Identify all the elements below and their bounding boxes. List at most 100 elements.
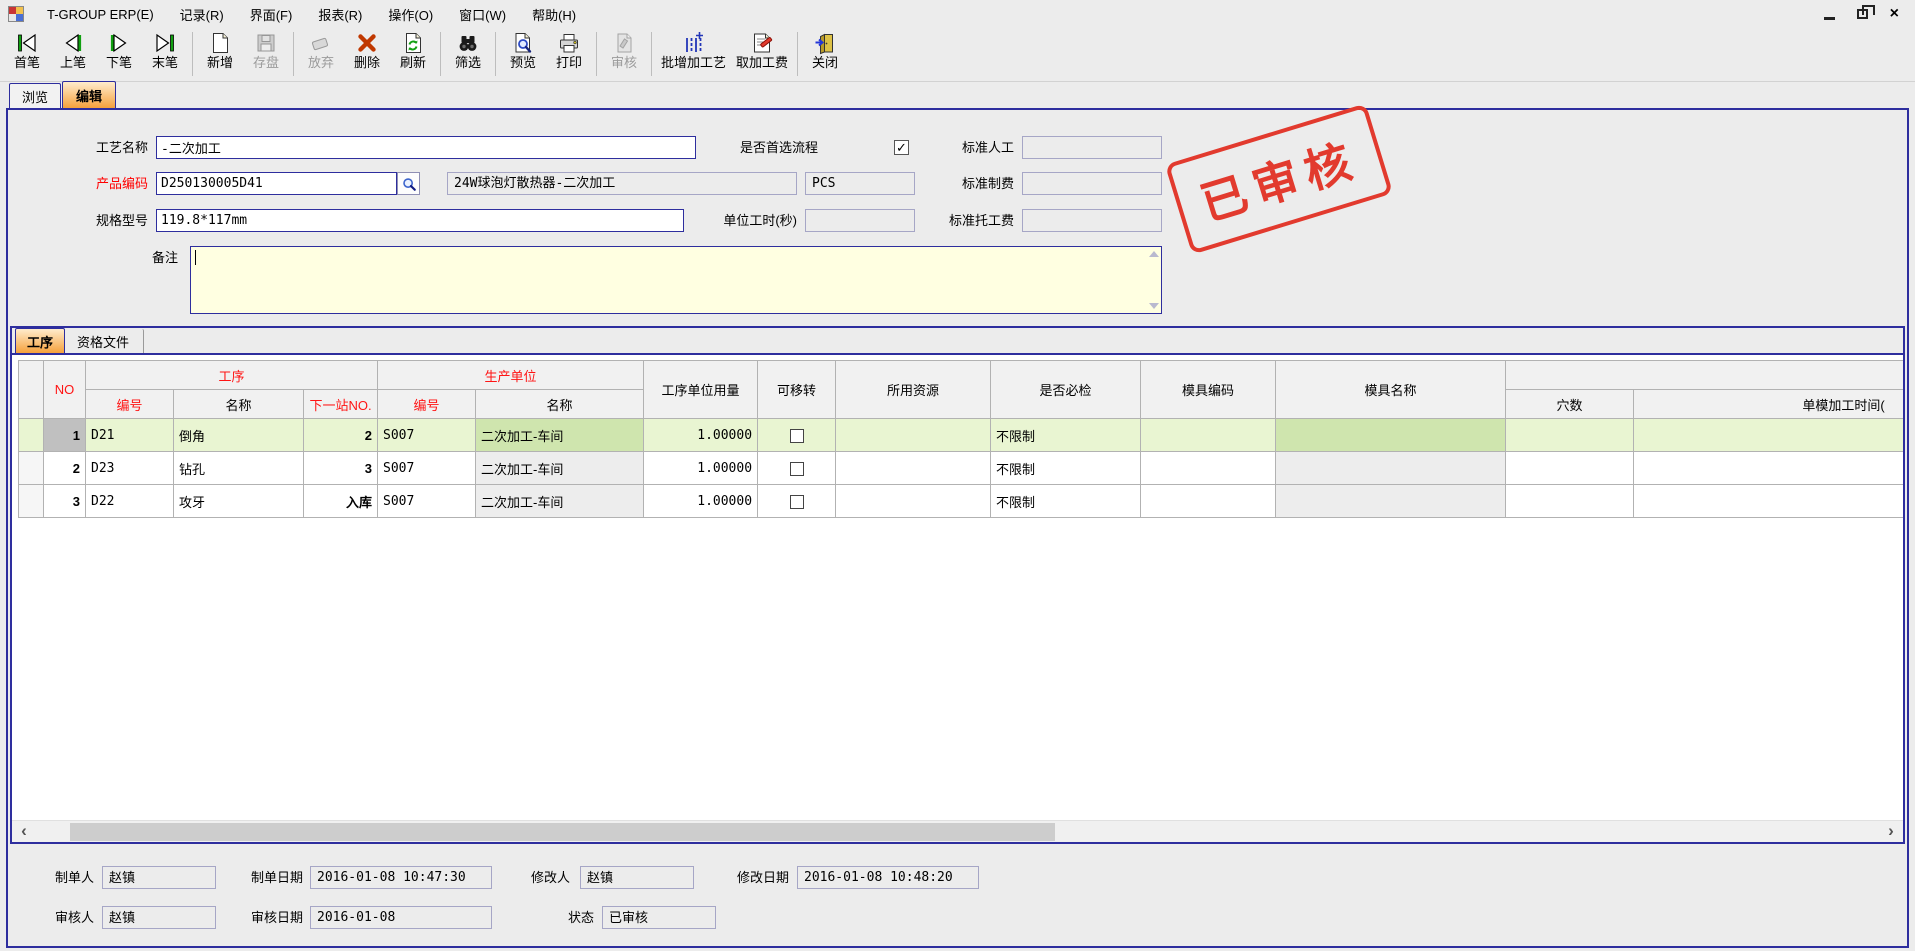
last-record-button[interactable]: 末笔 [142, 31, 188, 79]
menu-item-record[interactable]: 记录(R) [167, 0, 237, 29]
cell-next-no[interactable]: 3 [304, 452, 378, 485]
get-fee-button[interactable]: 取加工费 [731, 31, 793, 79]
cell-process-code[interactable]: D21 [86, 419, 174, 452]
prev-record-button[interactable]: 上笔 [50, 31, 96, 79]
restore-icon[interactable] [1857, 9, 1868, 19]
cell-resource[interactable] [836, 485, 991, 518]
subtab-process[interactable]: 工序 [15, 328, 65, 353]
new-button[interactable]: 新增 [197, 31, 243, 79]
horizontal-scrollbar[interactable]: ‹ › [12, 820, 1903, 842]
cell-unit-code[interactable]: S007 [378, 452, 476, 485]
delete-button[interactable]: 删除 [344, 31, 390, 79]
transferable-checkbox[interactable] [790, 495, 804, 509]
menu-item-window[interactable]: 窗口(W) [446, 0, 519, 29]
binoculars-icon [456, 31, 480, 55]
menu-item-operation[interactable]: 操作(O) [375, 0, 446, 29]
product-code-input[interactable] [156, 172, 397, 195]
cell-cavity[interactable] [1506, 452, 1634, 485]
grid-row[interactable]: 1 D21 倒角 2 S007 二次加工-车间 1.00000 不限制 [19, 419, 1904, 452]
cell-no[interactable]: 1 [44, 419, 86, 452]
tab-edit[interactable]: 编辑 [62, 81, 116, 108]
scroll-down-icon[interactable] [1149, 303, 1159, 309]
close-icon[interactable]: × [1890, 7, 1899, 21]
scroll-left-icon[interactable]: ‹ [14, 821, 34, 843]
first-record-button[interactable]: 首笔 [4, 31, 50, 79]
audit-date-label: 审核日期 [228, 906, 303, 930]
cell-must-check[interactable]: 不限制 [991, 419, 1141, 452]
cell-process-name[interactable]: 钻孔 [174, 452, 304, 485]
menu-item-report[interactable]: 报表(R) [305, 0, 375, 29]
cell-mold-code[interactable] [1141, 419, 1276, 452]
toolbar-separator [596, 32, 597, 76]
scroll-right-icon[interactable]: › [1881, 821, 1901, 843]
detail-panel: 工序 资格文件 NO 工序 生产单位 工序单位用量 可移转 [10, 326, 1905, 844]
menu-item-help[interactable]: 帮助(H) [519, 0, 589, 29]
cell-process-name[interactable]: 攻牙 [174, 485, 304, 518]
grid-row[interactable]: 2 D23 钻孔 3 S007 二次加工-车间 1.00000 不限制 [19, 452, 1904, 485]
menu-item-interface[interactable]: 界面(F) [237, 0, 306, 29]
cell-mold-code[interactable] [1141, 485, 1276, 518]
save-button[interactable]: 存盘 [243, 31, 289, 79]
menu-item-app[interactable]: T-GROUP ERP(E) [34, 2, 167, 27]
cell-process-name[interactable]: 倒角 [174, 419, 304, 452]
scroll-up-icon[interactable] [1149, 251, 1159, 257]
preview-button[interactable]: 预览 [500, 31, 546, 79]
refresh-button[interactable]: 刷新 [390, 31, 436, 79]
next-record-button[interactable]: 下笔 [96, 31, 142, 79]
toolbar-separator [651, 32, 652, 76]
process-name-input[interactable] [156, 136, 696, 159]
product-lookup-button[interactable] [397, 172, 420, 195]
cell-mold-time[interactable] [1634, 419, 1903, 452]
filter-button[interactable]: 筛选 [445, 31, 491, 79]
subtab-qualification[interactable]: 资格文件 [66, 329, 144, 353]
cell-resource[interactable] [836, 419, 991, 452]
discard-button[interactable]: 放弃 [298, 31, 344, 79]
scrollbar-thumb[interactable] [70, 823, 1055, 841]
cell-mold-time[interactable] [1634, 485, 1903, 518]
cell-mold-name [1276, 452, 1506, 485]
batch-add-process-button[interactable]: 批增加工艺 [656, 31, 731, 79]
audit-button[interactable]: 审核 [601, 31, 647, 79]
cell-next-no[interactable]: 入库 [304, 485, 378, 518]
exit-door-icon [813, 31, 837, 55]
cell-transferable [758, 419, 836, 452]
cell-mold-code[interactable] [1141, 452, 1276, 485]
minimize-icon[interactable] [1824, 17, 1835, 20]
cell-cavity[interactable] [1506, 485, 1634, 518]
row-selector-cell[interactable] [19, 485, 44, 518]
cell-mold-name [1276, 419, 1506, 452]
cell-no[interactable]: 2 [44, 452, 86, 485]
modify-date-field: 2016-01-08 10:48:20 [797, 866, 979, 889]
cell-usage[interactable]: 1.00000 [644, 419, 758, 452]
status-label: 状态 [538, 906, 594, 930]
modify-date-label: 修改日期 [714, 866, 789, 890]
cell-mold-time[interactable] [1634, 452, 1903, 485]
spec-input[interactable] [156, 209, 684, 232]
cell-unit-code[interactable]: S007 [378, 485, 476, 518]
grid-row[interactable]: 3 D22 攻牙 入库 S007 二次加工-车间 1.00000 不限制 [19, 485, 1904, 518]
tab-browse[interactable]: 浏览 [9, 83, 61, 108]
remark-textarea[interactable] [190, 246, 1162, 314]
transferable-checkbox[interactable] [790, 462, 804, 476]
cell-no[interactable]: 3 [44, 485, 86, 518]
close-form-button[interactable]: 关闭 [802, 31, 848, 79]
cell-process-code[interactable]: D23 [86, 452, 174, 485]
cell-unit-code[interactable]: S007 [378, 419, 476, 452]
row-selector-cell[interactable] [19, 452, 44, 485]
unit-field: PCS [805, 172, 915, 195]
process-name-label: 工艺名称 [48, 136, 148, 160]
cell-next-no[interactable]: 2 [304, 419, 378, 452]
print-button[interactable]: 打印 [546, 31, 592, 79]
cell-must-check[interactable]: 不限制 [991, 452, 1141, 485]
preferred-flow-checkbox[interactable]: ✓ [894, 140, 909, 155]
transferable-checkbox[interactable] [790, 429, 804, 443]
header-group-process: 工序 [86, 361, 378, 390]
cell-process-code[interactable]: D22 [86, 485, 174, 518]
cell-cavity[interactable] [1506, 419, 1634, 452]
row-selector-cell[interactable] [19, 419, 44, 452]
std-outsource-field [1022, 209, 1162, 232]
cell-usage[interactable]: 1.00000 [644, 452, 758, 485]
cell-resource[interactable] [836, 452, 991, 485]
cell-must-check[interactable]: 不限制 [991, 485, 1141, 518]
cell-usage[interactable]: 1.00000 [644, 485, 758, 518]
